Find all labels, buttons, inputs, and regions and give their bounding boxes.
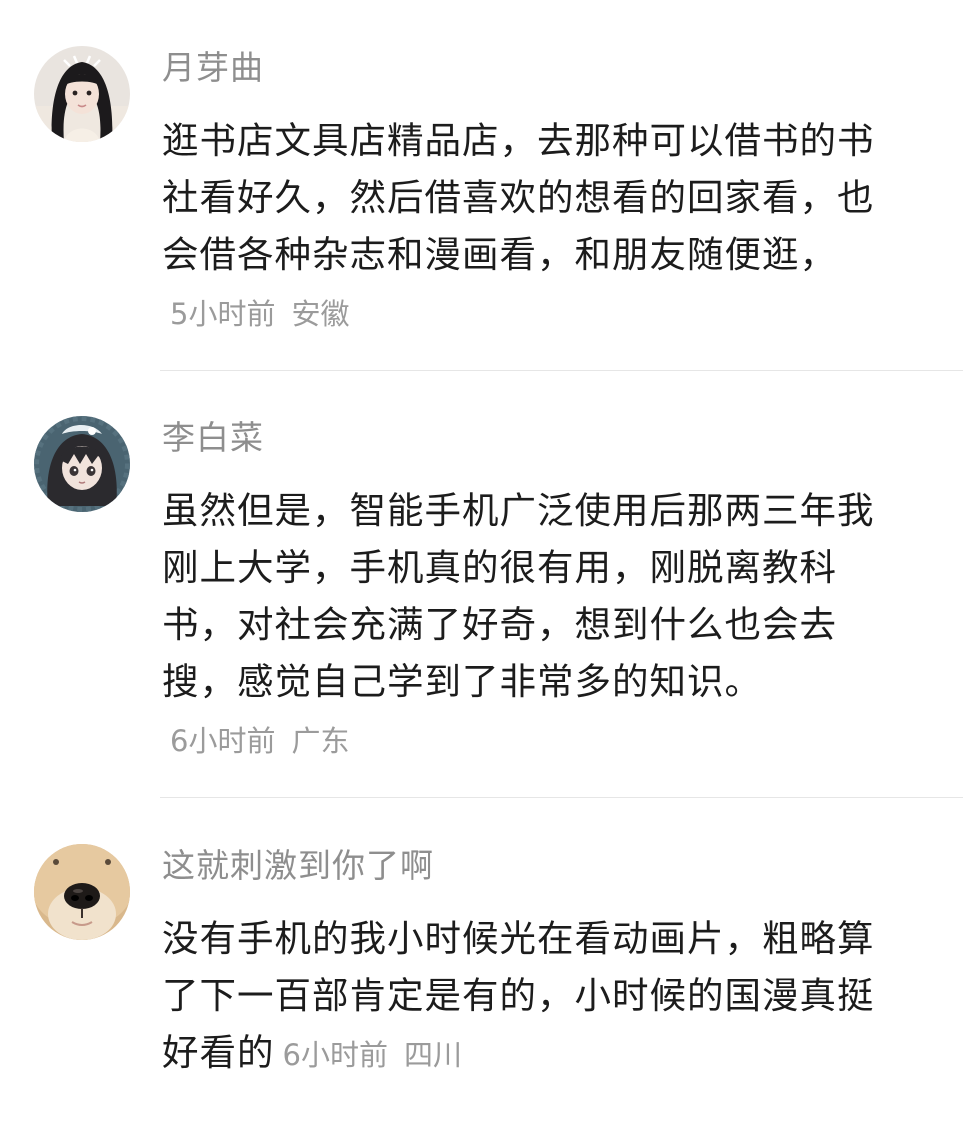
comment-list: 月芽曲 逛书店文具店精品店，去那种可以借书的书社看好久，然后借喜欢的想看的回家看… <box>0 0 963 1139</box>
comment-meta: 6小时前 四川 <box>283 1038 462 1072</box>
comment-location: 安徽 <box>291 297 350 331</box>
comment-time: 6小时前 <box>170 724 276 758</box>
avatar-girl-photo-icon[interactable] <box>34 46 130 142</box>
comment-time: 5小时前 <box>170 297 276 331</box>
comment-location: 广东 <box>291 724 350 758</box>
divider <box>160 370 963 371</box>
avatar-dog-nose-icon[interactable] <box>34 844 130 940</box>
comment-time: 6小时前 <box>282 1038 388 1072</box>
comment-meta: 5小时前 安徽 <box>170 297 349 331</box>
comment-text-body: 没有手机的我小时候光在看动画片，粗略算了下一百部肯定是有的，小时候的国漫真挺好看… <box>162 917 875 1074</box>
comment-text: 虽然但是，智能手机广泛使用后那两三年我刚上大学，手机真的很有用，刚脱离教科书，对… <box>162 482 884 770</box>
comment-text-body: 虽然但是，智能手机广泛使用后那两三年我刚上大学，手机真的很有用，刚脱离教科书，对… <box>162 489 875 703</box>
comment-text: 逛书店文具店精品店，去那种可以借书的书社看好久，然后借喜欢的想看的回家看，也会借… <box>162 112 884 343</box>
username[interactable]: 月芽曲 <box>162 46 264 90</box>
username[interactable]: 这就刺激到你了啊 <box>162 844 434 888</box>
avatar-anime-girl-icon[interactable] <box>34 416 130 512</box>
comment-meta: 6小时前 广东 <box>170 724 349 758</box>
username[interactable]: 李白菜 <box>162 416 264 460</box>
divider <box>160 797 963 798</box>
comment-text: 没有手机的我小时候光在看动画片，粗略算了下一百部肯定是有的，小时候的国漫真挺好看… <box>162 910 884 1084</box>
comment-text-body: 逛书店文具店精品店，去那种可以借书的书社看好久，然后借喜欢的想看的回家看，也会借… <box>162 119 875 276</box>
comment-location: 四川 <box>403 1038 462 1072</box>
